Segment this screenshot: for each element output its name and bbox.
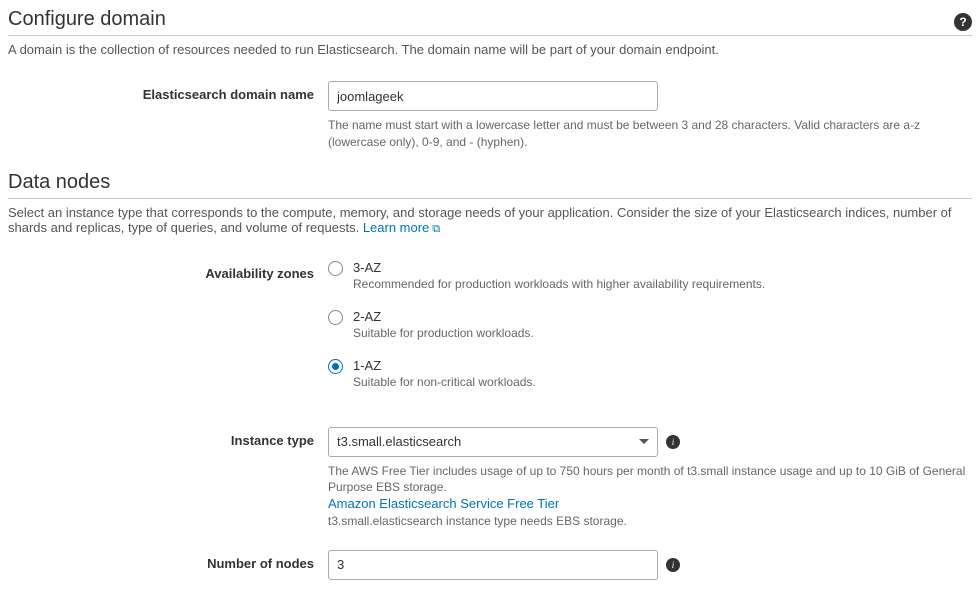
configure-domain-title: Configure domain bbox=[8, 8, 166, 31]
learn-more-link[interactable]: Learn more⧉ bbox=[363, 220, 440, 235]
availability-zones-label: Availability zones bbox=[8, 260, 328, 281]
az-1az-hint: Suitable for non-critical workloads. bbox=[353, 375, 536, 389]
free-tier-link[interactable]: Amazon Elasticsearch Service Free Tier bbox=[328, 496, 559, 511]
az-2az-label: 2-AZ bbox=[353, 309, 534, 324]
instance-type-info-icon[interactable]: i bbox=[666, 435, 680, 449]
az-2az-hint: Suitable for production workloads. bbox=[353, 326, 534, 340]
az-radio-3az[interactable] bbox=[328, 261, 343, 276]
data-nodes-desc: Select an instance type that corresponds… bbox=[8, 205, 972, 236]
caret-down-icon bbox=[639, 439, 649, 444]
instance-type-hint2: t3.small.elasticsearch instance type nee… bbox=[328, 513, 968, 530]
configure-domain-desc: A domain is the collection of resources … bbox=[8, 42, 972, 57]
instance-type-value: t3.small.elasticsearch bbox=[337, 434, 461, 449]
az-3az-hint: Recommended for production workloads wit… bbox=[353, 277, 765, 291]
domain-name-hint: The name must start with a lowercase let… bbox=[328, 117, 968, 151]
az-radio-1az[interactable] bbox=[328, 359, 343, 374]
instance-type-hint1: The AWS Free Tier includes usage of up t… bbox=[328, 463, 968, 497]
domain-name-label: Elasticsearch domain name bbox=[8, 81, 328, 102]
external-link-icon: ⧉ bbox=[432, 223, 440, 235]
instance-type-select[interactable]: t3.small.elasticsearch bbox=[328, 427, 658, 457]
number-of-nodes-info-icon[interactable]: i bbox=[666, 558, 680, 572]
az-1az-label: 1-AZ bbox=[353, 358, 536, 373]
number-of-nodes-label: Number of nodes bbox=[8, 550, 328, 571]
instance-type-label: Instance type bbox=[8, 427, 328, 448]
number-of-nodes-input[interactable] bbox=[328, 550, 658, 580]
az-radio-2az[interactable] bbox=[328, 310, 343, 325]
az-3az-label: 3-AZ bbox=[353, 260, 765, 275]
data-nodes-title: Data nodes bbox=[8, 171, 972, 199]
domain-name-input[interactable] bbox=[328, 81, 658, 111]
help-icon[interactable]: ? bbox=[954, 13, 972, 31]
